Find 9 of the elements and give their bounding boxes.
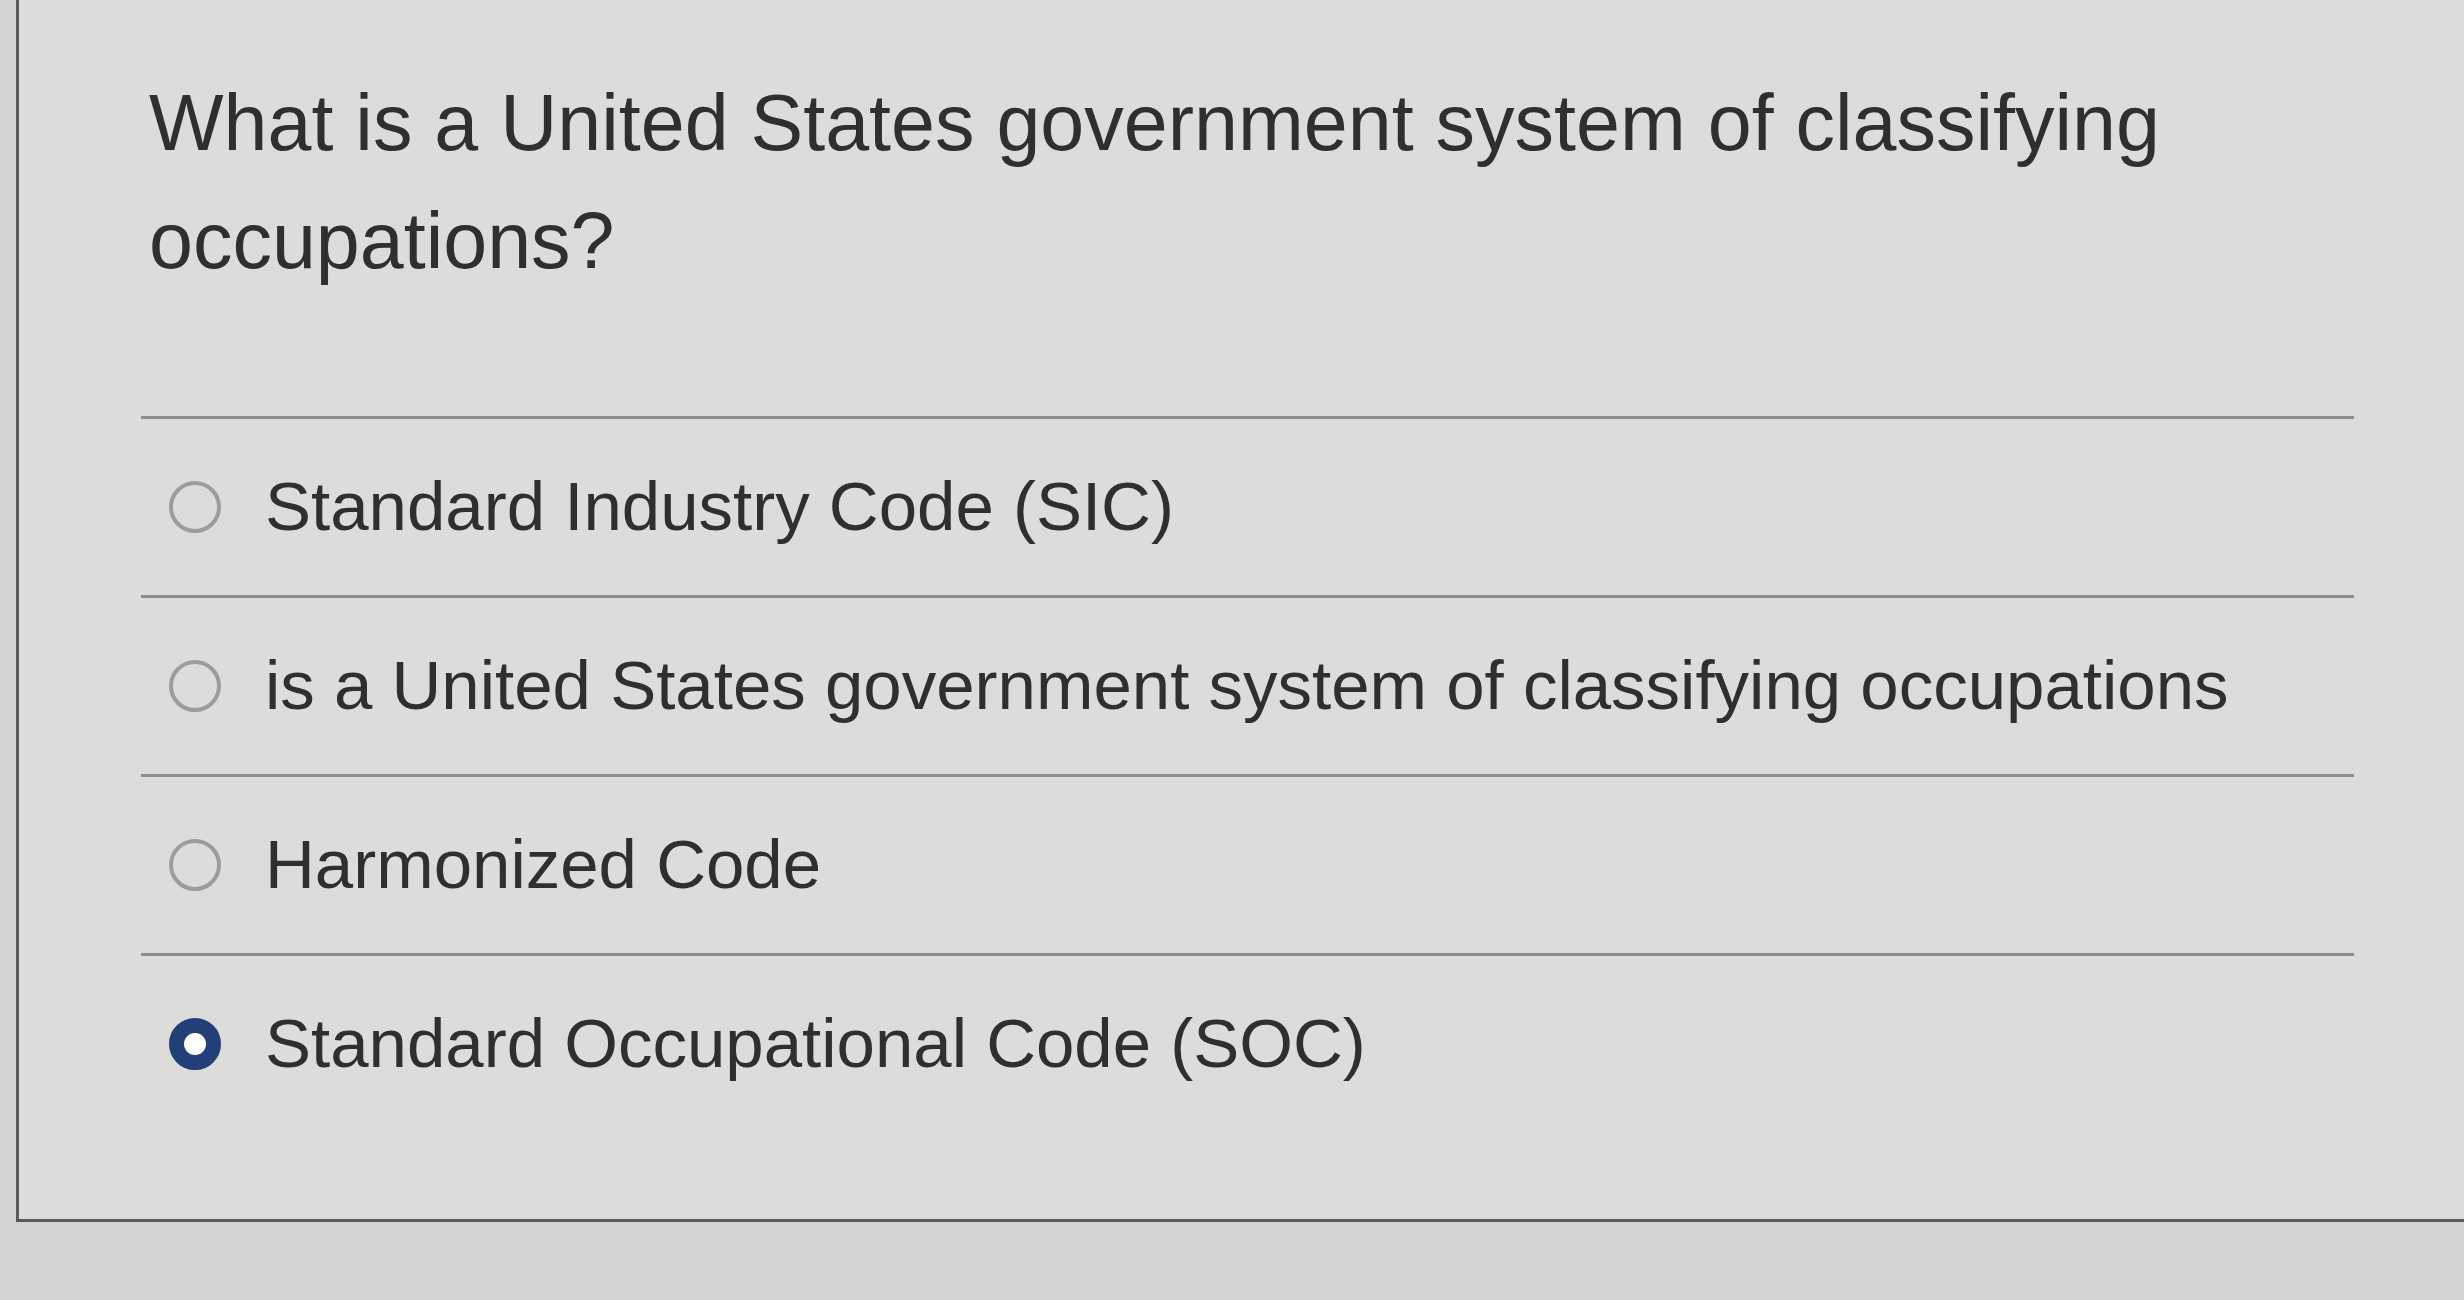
option-label: is a United States government system of classifying occupations (265, 646, 2229, 726)
radio-button[interactable] (169, 481, 221, 533)
option-label: Harmonized Code (265, 825, 822, 905)
radio-button[interactable] (169, 839, 221, 891)
radio-button[interactable] (169, 660, 221, 712)
radio-button[interactable] (169, 1018, 221, 1070)
option-label: Standard Occupational Code (SOC) (265, 1004, 1366, 1084)
option-label: Standard Industry Code (SIC) (265, 467, 1174, 547)
question-text: What is a United States government system of classifying occupations? (148, 77, 2161, 287)
